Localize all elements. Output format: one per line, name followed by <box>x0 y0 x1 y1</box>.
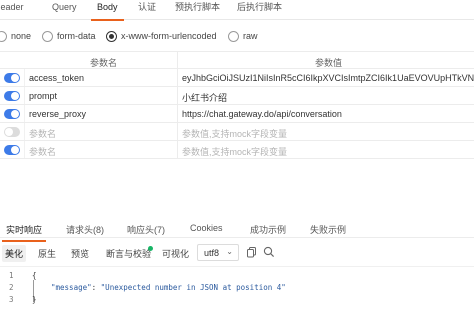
param-key-placeholder[interactable]: 参数名 <box>29 145 173 158</box>
divider <box>0 266 474 267</box>
tab-header[interactable]: Header <box>0 0 24 20</box>
body-type-raw[interactable]: raw <box>228 30 258 42</box>
body-type-form-data[interactable]: form-data <box>42 30 96 42</box>
assertion-status-dot <box>148 246 153 251</box>
code-line: } <box>32 295 37 304</box>
params-table-header: 参数名 参数值 <box>0 51 474 69</box>
line-number: 2 <box>9 283 14 292</box>
table-row: reverse_proxy https://chat.gateway.do/ap… <box>0 105 474 123</box>
format-raw[interactable]: 原生 <box>38 247 56 260</box>
radio-none[interactable] <box>0 30 7 42</box>
json-key: "message" <box>51 283 92 292</box>
chevron-down-icon: ⌄ <box>226 247 233 256</box>
format-assertion[interactable]: 断言与校验 <box>106 247 151 260</box>
line-number: 3 <box>9 295 14 304</box>
param-key[interactable]: prompt <box>29 91 173 101</box>
row-enable-toggle[interactable] <box>4 127 20 137</box>
param-value[interactable]: eyJhbGciOiJSUzI1NiIsInR5cCI6IkpXVCIsImtp… <box>182 73 474 83</box>
code-line: "message": "Unexpected number in JSON at… <box>51 283 286 292</box>
tab-realtime-response[interactable]: 实时响应 <box>1 223 47 242</box>
param-value-placeholder[interactable]: 参数值,支持mock字段变量 <box>182 127 474 140</box>
encoding-select[interactable]: utf8 ⌄ <box>197 244 239 261</box>
copy-icon[interactable] <box>246 246 258 258</box>
format-preview[interactable]: 预览 <box>71 247 89 260</box>
radio-raw[interactable] <box>228 30 239 42</box>
param-key[interactable]: reverse_proxy <box>29 109 173 119</box>
format-pretty[interactable]: 美化 <box>2 245 27 262</box>
request-tabs: Header Query Body 认证 预执行脚本 后执行脚本 <box>0 0 474 21</box>
tab-query[interactable]: Query <box>52 0 77 20</box>
body-type-none[interactable]: none <box>0 30 31 42</box>
tab-response-headers[interactable]: 响应头(7) <box>127 223 165 236</box>
param-key[interactable]: access_token <box>29 73 173 83</box>
tab-pre-script[interactable]: 预执行脚本 <box>175 0 220 20</box>
response-toolbar: 美化 原生 预览 断言与校验 可视化 utf8 ⌄ <box>0 242 474 264</box>
body-type-urlencoded[interactable]: x-www-form-urlencoded <box>106 30 217 42</box>
body-type-urlencoded-label: x-www-form-urlencoded <box>121 31 217 41</box>
row-enable-toggle[interactable] <box>4 109 20 119</box>
radio-form-data[interactable] <box>42 30 53 42</box>
response-body-viewer[interactable]: 1 2 3 { "message": "Unexpected number in… <box>0 268 474 333</box>
header-param-name: 参数名 <box>90 58 118 68</box>
row-enable-toggle[interactable] <box>4 91 20 101</box>
search-icon[interactable] <box>263 246 275 258</box>
params-table: 参数名 参数值 access_token eyJhbGciOiJSUzI1NiI… <box>0 51 474 159</box>
header-param-value: 参数值 <box>315 58 343 68</box>
code-line: { <box>32 271 37 280</box>
table-row: 参数名 参数值,支持mock字段变量 <box>0 141 474 159</box>
divider <box>0 237 474 238</box>
param-value[interactable]: 小红书介绍 <box>182 91 474 104</box>
encoding-value: utf8 <box>204 248 220 258</box>
tab-success-example[interactable]: 成功示例 <box>250 223 286 236</box>
tab-failure-example[interactable]: 失败示例 <box>310 223 346 236</box>
line-number-gutter: 1 2 3 <box>0 268 24 333</box>
param-value-placeholder[interactable]: 参数值,支持mock字段变量 <box>182 145 474 158</box>
tab-cookies[interactable]: Cookies <box>190 223 223 233</box>
tab-auth[interactable]: 认证 <box>138 0 156 20</box>
radio-urlencoded[interactable] <box>106 30 117 42</box>
table-row: access_token eyJhbGciOiJSUzI1NiIsInR5cCI… <box>0 69 474 87</box>
json-separator: : <box>91 283 101 292</box>
body-type-selector: none form-data x-www-form-urlencoded raw <box>0 25 474 47</box>
param-key-placeholder[interactable]: 参数名 <box>29 127 173 140</box>
json-value: "Unexpected number in JSON at position 4… <box>100 283 286 292</box>
tab-post-script[interactable]: 后执行脚本 <box>237 0 282 20</box>
format-visualize[interactable]: 可视化 <box>162 247 189 260</box>
row-enable-toggle[interactable] <box>4 73 20 83</box>
line-number: 1 <box>9 271 14 280</box>
tab-request-headers[interactable]: 请求头(8) <box>66 223 104 236</box>
body-type-form-data-label: form-data <box>57 31 96 41</box>
body-type-none-label: none <box>11 31 32 41</box>
row-enable-toggle[interactable] <box>4 145 20 155</box>
response-tabs: 实时响应 请求头(8) 响应头(7) Cookies 成功示例 失败示例 <box>0 219 474 242</box>
table-row: prompt 小红书介绍 <box>0 87 474 105</box>
table-row: 参数名 参数值,支持mock字段变量 <box>0 123 474 141</box>
param-value[interactable]: https://chat.gateway.do/api/conversation <box>182 109 474 119</box>
body-type-raw-label: raw <box>243 31 258 41</box>
tab-body[interactable]: Body <box>91 0 123 21</box>
